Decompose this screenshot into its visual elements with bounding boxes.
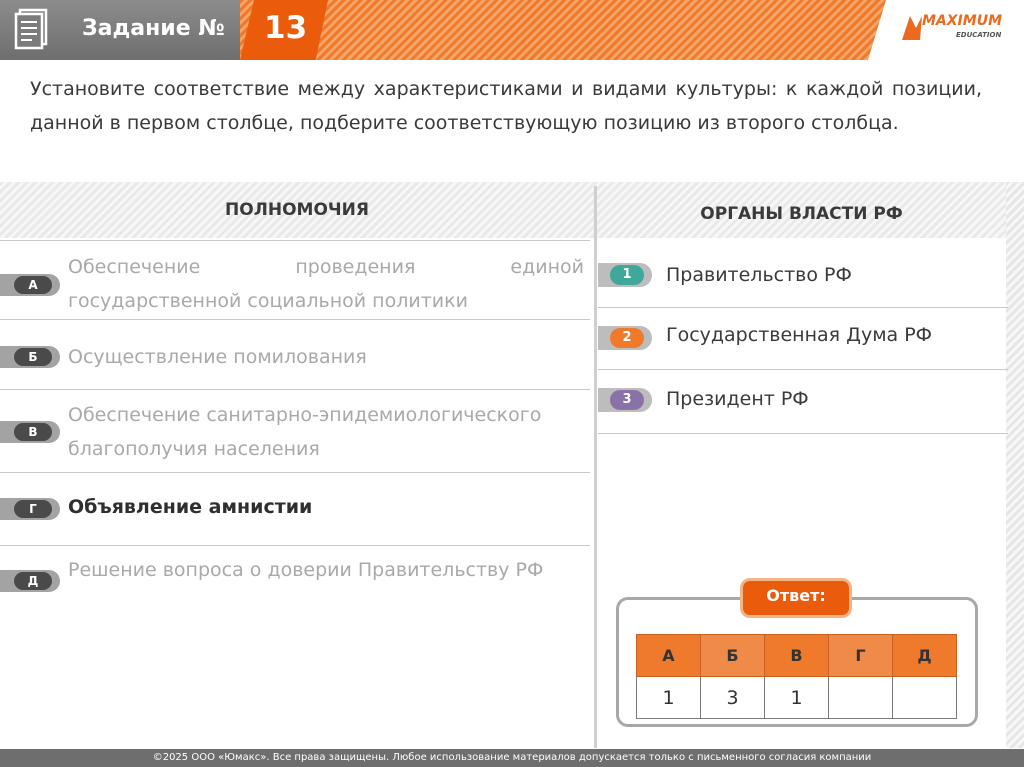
answer-header-cell: В bbox=[764, 634, 829, 677]
answer-value-row: 1 3 1 bbox=[636, 676, 957, 719]
number-badge-2: 2 bbox=[598, 326, 652, 350]
list-item-b: Осуществление помилования bbox=[68, 346, 367, 368]
list-item-3: Президент РФ bbox=[666, 388, 809, 410]
list-item-g: Объявление амнистии bbox=[68, 496, 313, 518]
answer-cell[interactable]: 3 bbox=[700, 676, 765, 719]
letter-badge-a: А bbox=[0, 274, 60, 296]
list-item-v: Обеспечение санитарно-эпидемиологическог… bbox=[68, 404, 542, 460]
answer-label: Ответ: bbox=[766, 586, 826, 605]
answer-cell[interactable]: 1 bbox=[636, 676, 701, 719]
number-badge-1: 1 bbox=[598, 263, 652, 287]
row-divider bbox=[0, 240, 590, 241]
list-item-a: Обеспечение проведения единой государств… bbox=[68, 256, 584, 312]
row-divider bbox=[598, 369, 1008, 370]
answer-header-cell: Д bbox=[892, 634, 957, 677]
logo-subtext: EDUCATION bbox=[956, 31, 1002, 39]
left-column-title: ПОЛНОМОЧИЯ bbox=[225, 200, 369, 220]
logo-text: MAXIMUM bbox=[922, 13, 1003, 29]
copyright-text: ©2025 ООО «Юмакс». Все права защищены. Л… bbox=[152, 752, 872, 763]
task-number: 13 bbox=[264, 10, 308, 46]
letter-badge-b: Б bbox=[0, 346, 60, 368]
row-divider bbox=[0, 319, 590, 320]
number-badge-3: 3 bbox=[598, 388, 652, 412]
row-divider bbox=[0, 472, 590, 473]
answer-header-cell: Г bbox=[828, 634, 893, 677]
list-item-1: Правительство РФ bbox=[666, 264, 852, 286]
column-divider bbox=[594, 186, 597, 748]
question-text: Установите соответствие между характерис… bbox=[30, 78, 982, 134]
answer-table: А Б В Г Д 1 3 1 bbox=[636, 634, 957, 719]
answer-cell[interactable]: 1 bbox=[764, 676, 829, 719]
task-label: Задание № bbox=[82, 16, 225, 41]
letter-badge-g: Г bbox=[0, 498, 60, 520]
header-bar: Задание № 13 MAXIMUM EDUCATION bbox=[0, 0, 1024, 60]
answer-cell[interactable] bbox=[828, 676, 893, 719]
answer-header-cell: А bbox=[636, 634, 701, 677]
letter-badge-d: Д bbox=[0, 570, 60, 592]
answer-header-cell: Б bbox=[700, 634, 765, 677]
answer-header-row: А Б В Г Д bbox=[636, 634, 957, 677]
document-icon bbox=[14, 8, 48, 50]
right-edge-stripe bbox=[1006, 182, 1024, 748]
right-column-title: ОРГАНЫ ВЛАСТИ РФ bbox=[700, 204, 903, 224]
row-divider bbox=[598, 433, 1008, 434]
letter-badge-v: В bbox=[0, 421, 60, 443]
answer-cell[interactable] bbox=[892, 676, 957, 719]
row-divider bbox=[598, 307, 1008, 308]
row-divider bbox=[0, 545, 590, 546]
list-item-2: Государственная Дума РФ bbox=[666, 324, 933, 346]
list-item-d: Решение вопроса о доверии Правительству … bbox=[68, 559, 544, 581]
row-divider bbox=[0, 389, 590, 390]
